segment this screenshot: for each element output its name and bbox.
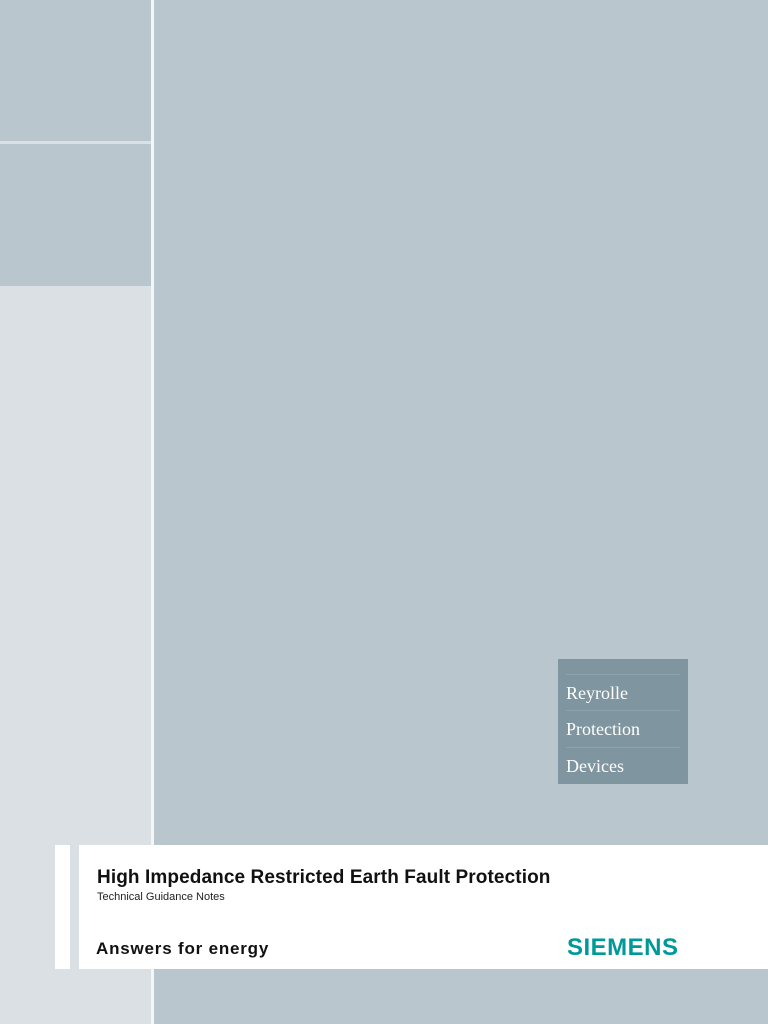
- left-block-top: [0, 0, 151, 141]
- reyrolle-line-2: Protection: [566, 710, 680, 746]
- document-title: High Impedance Restricted Earth Fault Pr…: [97, 867, 551, 888]
- document-subtitle: Technical Guidance Notes: [97, 891, 225, 903]
- reyrolle-line-3: Devices: [566, 747, 680, 783]
- title-band-accent: [55, 845, 70, 969]
- tagline: Answers for energy: [96, 939, 270, 958]
- title-band: High Impedance Restricted Earth Fault Pr…: [79, 845, 768, 969]
- left-block-middle: [0, 144, 151, 286]
- siemens-logo: SIEMENS: [567, 934, 679, 961]
- reyrolle-line-1: Reyrolle: [566, 674, 680, 710]
- reyrolle-box: Reyrolle Protection Devices: [558, 659, 688, 784]
